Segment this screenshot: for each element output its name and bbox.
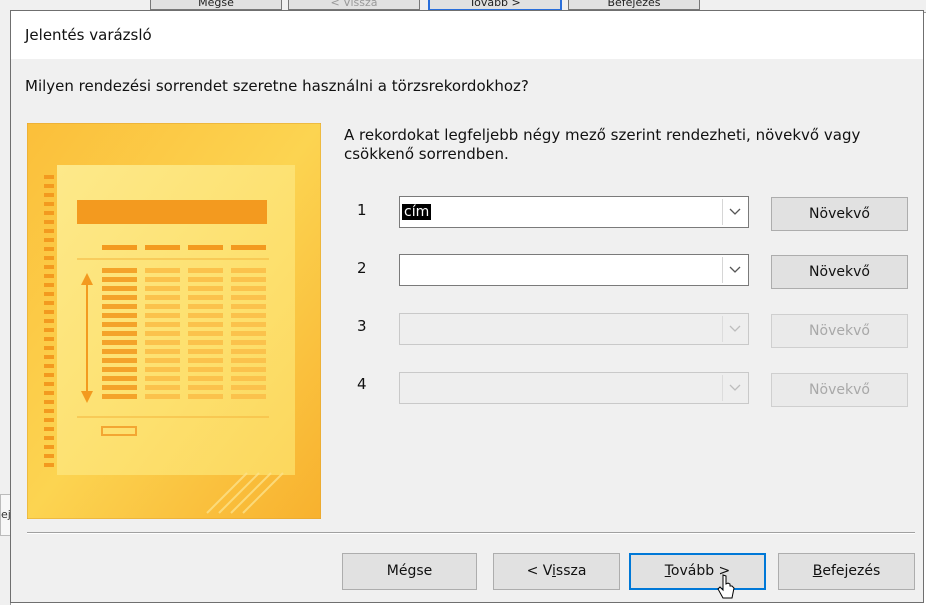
- sort-description: A rekordokat legfeljebb négy mező szerin…: [344, 126, 861, 163]
- sort-field-2-dropdown-button[interactable]: [722, 257, 746, 283]
- sort-order-3-button: Növekvő: [771, 314, 908, 348]
- sort-row-1-number: 1: [357, 201, 367, 219]
- sort-row-4-number: 4: [357, 375, 367, 393]
- chevron-down-icon: [729, 384, 741, 391]
- bg-back-button: < Vissza: [288, 0, 420, 10]
- finish-button[interactable]: Befejezés: [778, 553, 915, 590]
- sort-field-4-combo: [399, 372, 749, 404]
- sort-field-1-dropdown-button[interactable]: [722, 199, 746, 225]
- dialog-titlebar: Jelentés varázsló: [11, 11, 923, 59]
- sort-field-1-value: cím: [402, 204, 432, 220]
- chevron-down-icon: [729, 266, 741, 273]
- sort-field-4-dropdown-button: [722, 375, 746, 401]
- finish-button-accesskey: B: [812, 563, 823, 579]
- footer-separator: [27, 532, 915, 534]
- sort-row-3-number: 3: [357, 317, 367, 335]
- back-button-suffix: ssza: [555, 563, 587, 579]
- back-button-prefix: < V: [526, 563, 553, 579]
- chevron-down-icon: [729, 208, 741, 215]
- sort-order-1-button[interactable]: Növekvő: [771, 197, 908, 231]
- mouse-cursor-icon: [717, 574, 735, 599]
- sort-row-2-number: 2: [357, 259, 367, 277]
- dialog-title: Jelentés varázsló: [25, 26, 152, 44]
- report-wizard-dialog: Jelentés varázsló Milyen rendezési sorre…: [10, 10, 924, 603]
- chevron-down-icon: [729, 325, 741, 332]
- wizard-question: Milyen rendezési sorrendet szeretne hasz…: [25, 77, 529, 95]
- sort-field-2-combo[interactable]: [399, 254, 749, 286]
- next-button[interactable]: Tovább >: [629, 553, 766, 590]
- finish-button-label: efejezés: [822, 563, 881, 579]
- sort-field-1-combo[interactable]: cím: [399, 196, 749, 228]
- cancel-button[interactable]: Mégse: [342, 553, 477, 590]
- sort-order-2-button[interactable]: Növekvő: [771, 255, 908, 289]
- back-button[interactable]: < Vissza: [493, 553, 620, 590]
- report-illustration: [27, 123, 321, 519]
- bg-cancel-button: Mégse: [150, 0, 282, 10]
- sort-field-3-dropdown-button: [722, 316, 746, 342]
- sort-order-4-button: Növekvő: [771, 373, 908, 407]
- sort-field-3-combo: [399, 313, 749, 345]
- bg-finish-button: Befejezés: [568, 0, 700, 10]
